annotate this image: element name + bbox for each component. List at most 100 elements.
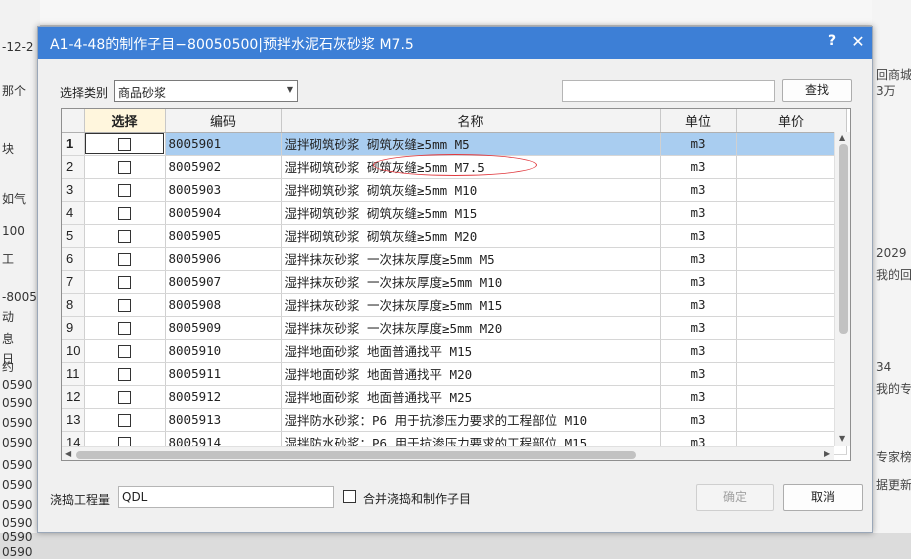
find-button[interactable]: 查找: [782, 79, 852, 102]
row-price: [736, 408, 847, 432]
merge-checkbox[interactable]: [343, 490, 356, 503]
row-checkbox-cell[interactable]: [84, 385, 166, 409]
row-checkbox[interactable]: [118, 391, 131, 404]
row-unit: m3: [660, 247, 737, 271]
row-checkbox-cell[interactable]: [84, 224, 166, 248]
table-row[interactable]: 13 8005913 湿拌防水砂浆：P6 用于抗渗压力要求的工程部位 M10 m3: [62, 408, 847, 432]
row-name: 湿拌砌筑砂浆 砌筑灰缝≥5mm M7.5: [281, 155, 661, 179]
table-row[interactable]: 7 8005907 湿拌抹灰砂浆 一次抹灰厚度≥5mm M10 m3: [62, 270, 847, 294]
row-price: [736, 385, 847, 409]
row-checkbox[interactable]: [118, 184, 131, 197]
row-price: [736, 316, 847, 340]
horizontal-scrollbar[interactable]: ◀ ▶: [62, 446, 834, 460]
row-checkbox[interactable]: [118, 322, 131, 335]
table-row[interactable]: 11 8005911 湿拌地面砂浆 地面普通找平 M20 m3: [62, 362, 847, 386]
background-right-text: 专家榜: [876, 450, 911, 464]
row-checkbox[interactable]: [118, 345, 131, 358]
row-checkbox-cell[interactable]: [84, 178, 166, 202]
header-rownum: [62, 109, 85, 133]
background-left-text: 0590: [2, 545, 33, 559]
row-checkbox-cell[interactable]: [84, 247, 166, 271]
scroll-down-icon[interactable]: ▼: [839, 434, 845, 443]
scroll-up-icon[interactable]: ▲: [839, 133, 845, 142]
help-icon[interactable]: ?: [824, 33, 840, 53]
row-number: 2: [62, 155, 85, 179]
row-price: [736, 201, 847, 225]
header-unit[interactable]: 单位: [660, 109, 737, 133]
background-left-text: 0590: [2, 378, 33, 392]
category-select[interactable]: 商品砂浆 ▼: [114, 80, 298, 102]
category-label: 选择类别: [60, 86, 109, 100]
background-left-text: 动: [2, 310, 15, 324]
table-row[interactable]: 12 8005912 湿拌地面砂浆 地面普通找平 M25 m3: [62, 385, 847, 409]
table-row[interactable]: 9 8005909 湿拌抹灰砂浆 一次抹灰厚度≥5mm M20 m3: [62, 316, 847, 340]
row-checkbox-cell[interactable]: [84, 408, 166, 432]
merge-label[interactable]: 合并浇捣和制作子目: [363, 490, 471, 507]
row-checkbox[interactable]: [118, 276, 131, 289]
cancel-button[interactable]: 取消: [783, 484, 863, 511]
category-value: 商品砂浆: [118, 86, 167, 100]
horizontal-scroll-thumb[interactable]: [76, 451, 636, 459]
background-left-text: 0590: [2, 530, 33, 544]
background-left-text: 0590: [2, 516, 33, 530]
close-icon[interactable]: ✕: [849, 32, 867, 52]
background-left-text: 那个: [2, 84, 27, 98]
row-unit: m3: [660, 155, 737, 179]
row-name: 湿拌砌筑砂浆 砌筑灰缝≥5mm M10: [281, 178, 661, 202]
row-checkbox[interactable]: [118, 253, 131, 266]
row-checkbox[interactable]: [118, 368, 131, 381]
row-checkbox[interactable]: [118, 414, 131, 427]
background-right-panel: 回商城 3万 2029 我的回 34 我的专 专家榜 据更新: [872, 0, 911, 533]
background-left-text: 0590: [2, 396, 33, 410]
ok-button[interactable]: 确定: [696, 484, 774, 511]
row-checkbox-cell[interactable]: [84, 293, 166, 317]
row-code: 8005903: [165, 178, 282, 202]
dialog-titlebar: A1-4-48的制作子目−80050500|预拌水泥石灰砂浆 M7.5 ? ✕: [38, 27, 872, 59]
scroll-left-icon[interactable]: ◀: [65, 449, 71, 458]
vertical-scroll-thumb[interactable]: [839, 144, 848, 334]
background-left-text: 如气: [2, 192, 27, 206]
row-checkbox[interactable]: [118, 299, 131, 312]
row-unit: m3: [660, 339, 737, 363]
table-row[interactable]: 5 8005905 湿拌砌筑砂浆 砌筑灰缝≥5mm M20 m3: [62, 224, 847, 248]
table-row[interactable]: 6 8005906 湿拌抹灰砂浆 一次抹灰厚度≥5mm M5 m3: [62, 247, 847, 271]
table-row[interactable]: 8 8005908 湿拌抹灰砂浆 一次抹灰厚度≥5mm M15 m3: [62, 293, 847, 317]
background-left-text: 工: [2, 252, 15, 266]
row-checkbox-cell[interactable]: [84, 132, 166, 156]
row-checkbox-cell[interactable]: [84, 201, 166, 225]
header-price[interactable]: 单价: [736, 109, 847, 133]
table-row[interactable]: 4 8005904 湿拌砌筑砂浆 砌筑灰缝≥5mm M15 m3: [62, 201, 847, 225]
row-checkbox-cell[interactable]: [84, 339, 166, 363]
scroll-right-icon[interactable]: ▶: [824, 449, 830, 458]
header-code[interactable]: 编码: [165, 109, 282, 133]
header-name[interactable]: 名称: [281, 109, 661, 133]
table-row[interactable]: 10 8005910 湿拌地面砂浆 地面普通找平 M15 m3: [62, 339, 847, 363]
row-unit: m3: [660, 224, 737, 248]
material-table: 选择 编码 名称 单位 单价 1 8005901 湿拌砌筑砂浆 砌筑灰缝≥5mm M…: [62, 109, 847, 455]
header-select[interactable]: 选择: [84, 109, 166, 133]
row-checkbox-cell[interactable]: [84, 316, 166, 340]
background-left-text: 100: [2, 224, 25, 238]
table-row[interactable]: 3 8005903 湿拌砌筑砂浆 砌筑灰缝≥5mm M10 m3: [62, 178, 847, 202]
background-right-text: 34: [876, 360, 892, 374]
row-checkbox-cell[interactable]: [84, 362, 166, 386]
search-input[interactable]: [562, 80, 775, 102]
table-row[interactable]: 1 8005901 湿拌砌筑砂浆 砌筑灰缝≥5mm M5 m3: [62, 132, 847, 156]
row-price: [736, 178, 847, 202]
row-name: 湿拌砌筑砂浆 砌筑灰缝≥5mm M5: [281, 132, 661, 156]
row-checkbox[interactable]: [118, 161, 131, 174]
row-checkbox[interactable]: [118, 207, 131, 220]
vertical-scrollbar[interactable]: ▲ ▼: [834, 132, 850, 446]
row-checkbox[interactable]: [118, 138, 131, 151]
table-row[interactable]: 2 8005902 湿拌砌筑砂浆 砌筑灰缝≥5mm M7.5 m3: [62, 155, 847, 179]
row-checkbox-cell[interactable]: [84, 270, 166, 294]
background-right-text: 回商城: [876, 68, 911, 82]
row-checkbox-cell[interactable]: [84, 155, 166, 179]
row-code: 8005907: [165, 270, 282, 294]
row-price: [736, 293, 847, 317]
row-name: 湿拌抹灰砂浆 一次抹灰厚度≥5mm M10: [281, 270, 661, 294]
row-checkbox[interactable]: [118, 230, 131, 243]
row-number: 4: [62, 201, 85, 225]
qty-input[interactable]: QDL: [118, 486, 334, 508]
material-grid: 选择 编码 名称 单位 单价 1 8005901 湿拌砌筑砂浆 砌筑灰缝≥5mm M…: [61, 108, 851, 461]
